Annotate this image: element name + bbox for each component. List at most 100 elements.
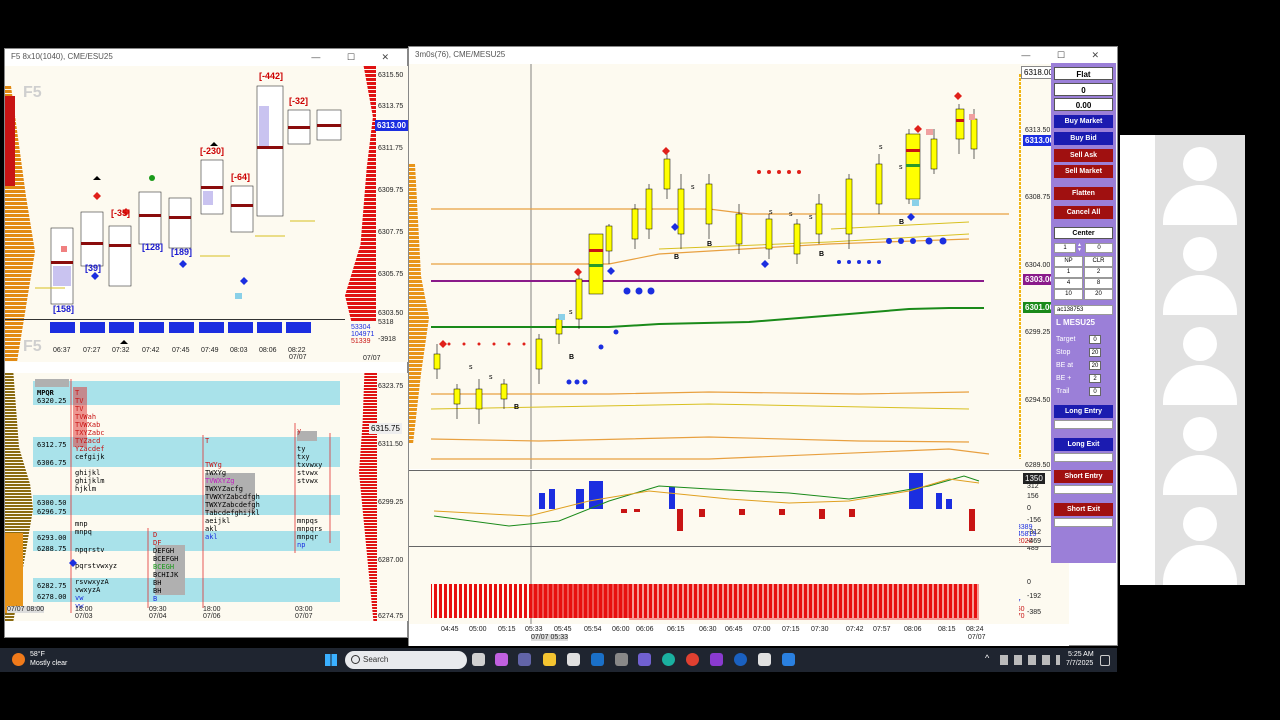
be-at-input[interactable]: 20 <box>1089 361 1101 370</box>
left-window-controls[interactable]: — ☐ ✕ <box>311 49 401 65</box>
position-pnl: 0.00 <box>1054 98 1113 111</box>
account-select[interactable]: ac138753 <box>1054 305 1113 315</box>
delta-label: [-64] <box>231 172 251 182</box>
tpo-pane[interactable]: MPQR 6320.25 6312.75 6306.75 6300.50 629… <box>5 373 345 621</box>
settings-icon[interactable] <box>615 653 628 666</box>
price-tick: 6309.75 <box>378 187 404 194</box>
time-label: 07:57 <box>873 626 891 633</box>
short-entry-select[interactable] <box>1054 485 1113 494</box>
short-exit-select[interactable] <box>1054 518 1113 527</box>
cancel-all-button[interactable]: Cancel All <box>1054 206 1113 219</box>
teams-icon[interactable] <box>518 653 531 666</box>
participant-avatar[interactable] <box>1155 495 1245 585</box>
buy-market-button[interactable]: Buy Market <box>1054 115 1113 128</box>
main-window-controls[interactable]: — ☐ ✕ <box>1021 47 1111 63</box>
tray-chevron-icon[interactable]: ^ <box>985 653 989 663</box>
grid-qty-button[interactable]: 20 <box>1084 289 1113 300</box>
store-icon[interactable] <box>567 653 580 666</box>
svg-text:B: B <box>707 241 712 248</box>
flatten-button[interactable]: Flatten <box>1054 187 1113 200</box>
price-tick: 6313.75 <box>378 103 404 110</box>
time-label: 08:15 <box>938 626 956 633</box>
footprint-pane[interactable]: F5 [-442] [-32] [-230] [-35] [-64] [158]… <box>5 66 345 362</box>
app-icon[interactable] <box>758 653 771 666</box>
notification-icon[interactable] <box>1100 655 1110 666</box>
participant-avatar[interactable] <box>1155 135 1245 225</box>
short-exit-button[interactable]: Short Exit <box>1054 503 1113 516</box>
qty-input[interactable]: 1 <box>1054 243 1076 253</box>
search-input[interactable]: Search <box>345 651 467 669</box>
time-label: 08:22 <box>288 347 306 354</box>
sell-market-button[interactable]: Sell Market <box>1054 165 1113 178</box>
grid-qty-button[interactable]: 2 <box>1084 267 1113 278</box>
outlook-icon[interactable] <box>591 653 604 666</box>
stat-value: 53304 <box>351 324 371 331</box>
task-view-icon[interactable] <box>472 653 485 666</box>
participant-avatar[interactable] <box>1155 405 1245 495</box>
participant-avatar[interactable] <box>1155 225 1245 315</box>
svg-text:stvwx: stvwx <box>297 469 318 477</box>
app-icon[interactable] <box>782 653 795 666</box>
svg-text:B: B <box>514 404 519 411</box>
cvd-pane[interactable] <box>409 546 1019 625</box>
candle-pane[interactable]: s s s s s s s s s B B B B B B <box>409 64 1019 469</box>
main-time-axis: 04:45 05:00 05:15 05:33 05:45 05:54 06:0… <box>409 624 1069 646</box>
target-input[interactable]: 0 <box>1089 335 1101 344</box>
price-tick: 6307.75 <box>378 229 404 236</box>
oscillator-pane[interactable] <box>409 470 1019 546</box>
weather-temp[interactable]: 58°F <box>30 651 45 658</box>
copilot-icon[interactable] <box>495 653 508 666</box>
svg-text:TVWXab: TVWXab <box>75 421 100 429</box>
volume-label: [128] <box>142 242 164 252</box>
start-icon[interactable] <box>325 654 337 666</box>
last-date-label: 07/07 <box>968 634 986 641</box>
long-exit-button[interactable]: Long Exit <box>1054 438 1113 451</box>
time-label: 04:45 <box>441 626 459 633</box>
svg-text:DF: DF <box>153 539 161 547</box>
osc-stat: 145815 <box>1019 531 1037 538</box>
svg-text:mnpqrs: mnpqrs <box>297 525 322 533</box>
svg-text:s: s <box>769 209 773 216</box>
grid-qty-button[interactable]: 10 <box>1054 289 1083 300</box>
oscillator-chart <box>433 471 980 546</box>
chat-icon[interactable] <box>638 653 651 666</box>
app-icon[interactable] <box>734 653 747 666</box>
svg-text:B: B <box>153 595 157 603</box>
explorer-icon[interactable] <box>543 653 556 666</box>
time-label: 05:15 <box>498 626 516 633</box>
tpo-date-label: 18:00 <box>203 606 221 613</box>
clock-date[interactable]: 7/7/2025 <box>1066 660 1093 667</box>
participant-avatar[interactable] <box>1155 315 1245 405</box>
grid-np-button[interactable]: NP <box>1054 256 1083 267</box>
long-entry-select[interactable] <box>1054 420 1113 429</box>
grid-qty-button[interactable]: 1 <box>1054 267 1083 278</box>
svg-text:txy: txy <box>297 453 310 461</box>
be-plus-input[interactable]: 2 <box>1089 374 1101 383</box>
buy-bid-button[interactable]: Buy Bid <box>1054 132 1113 145</box>
svg-text:s: s <box>879 144 883 151</box>
center-button[interactable]: Center <box>1054 227 1113 239</box>
stop-input[interactable]: 20 <box>1089 348 1101 357</box>
tpo-date-label: 03:00 <box>295 606 313 613</box>
stat-value: 51339 <box>351 338 371 345</box>
grid-clr-button[interactable]: CLR <box>1084 256 1113 267</box>
volume-blocks-row <box>5 319 345 334</box>
weather-icon[interactable] <box>12 653 25 666</box>
grid-qty-button[interactable]: 8 <box>1084 278 1113 289</box>
sell-ask-button[interactable]: Sell Ask <box>1054 149 1113 162</box>
time-label: 08:06 <box>904 626 922 633</box>
tray-icons[interactable] <box>1000 655 1060 665</box>
qty-spinner-icon[interactable]: ▲ ▼ <box>1077 243 1083 253</box>
grid-qty-button[interactable]: 4 <box>1054 278 1083 289</box>
long-entry-button[interactable]: Long Entry <box>1054 405 1113 418</box>
trail-input[interactable]: 0 <box>1089 387 1101 396</box>
edge-icon[interactable] <box>662 653 675 666</box>
clock-time[interactable]: 5:25 AM <box>1068 651 1094 658</box>
chrome-icon[interactable] <box>686 653 699 666</box>
visual-studio-icon[interactable] <box>710 653 723 666</box>
long-exit-select[interactable] <box>1054 453 1113 462</box>
short-entry-button[interactable]: Short Entry <box>1054 470 1113 483</box>
tpo-date-sub: 07/03 <box>75 613 93 620</box>
svg-text:B: B <box>899 219 904 226</box>
svg-text:np: np <box>297 541 305 549</box>
